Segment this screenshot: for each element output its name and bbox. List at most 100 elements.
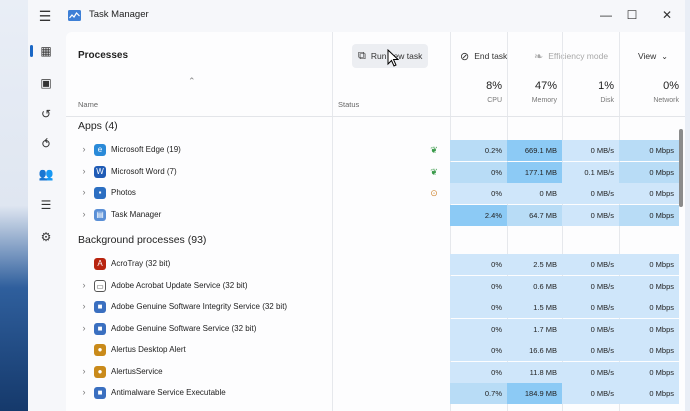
efficiency-mode-label: Efficiency mode xyxy=(548,51,609,61)
chevron-right-icon[interactable]: › xyxy=(79,144,89,154)
app-history-icon: ↺ xyxy=(40,107,52,121)
title-bar: ☰ Task Manager — ☐ ✕ xyxy=(28,0,685,32)
network-cell: 0 Mbps xyxy=(619,140,679,161)
chevron-right-icon[interactable]: › xyxy=(79,366,89,376)
disk-label: Disk xyxy=(600,97,614,104)
toolbar: Processes ⧉ Run new task ⊘ End task ❧ Ef… xyxy=(66,32,685,78)
process-row[interactable]: › W Microsoft Word (7) ❦ 0% 177.1 MB 0.1 MB/s 0… xyxy=(66,161,685,183)
column-cpu-header[interactable]: 8% CPU xyxy=(450,80,502,104)
process-row[interactable]: › ▭ Adobe Acrobat Update Service (32 bit) 0… xyxy=(66,275,685,297)
chevron-right-icon[interactable]: › xyxy=(79,323,89,333)
network-total: 0% xyxy=(663,80,679,92)
network-cell: 0 Mbps xyxy=(619,361,679,383)
efficiency-mode-button[interactable]: ❧ Efficiency mode xyxy=(528,44,614,68)
task-manager-window: ☰ Task Manager — ☐ ✕ ▦ ▣ ↺ ⥀ 👥 ☰ ⚙ Proce… xyxy=(28,0,685,411)
cpu-cell: 0% xyxy=(450,361,507,383)
network-cell: 0 Mbps xyxy=(619,383,679,404)
status-pause-icon: ⊙ xyxy=(430,188,438,198)
nav-services[interactable]: ⚙ xyxy=(35,226,57,248)
column-disk-header[interactable]: 1% Disk xyxy=(562,80,614,104)
disk-cell: 0 MB/s xyxy=(562,383,619,404)
cpu-cell: 2.4% xyxy=(450,204,507,226)
sort-ascending-icon[interactable]: ⌃ xyxy=(188,76,196,87)
memory-cell: 184.9 MB xyxy=(507,383,562,404)
process-name: Microsoft Word (7) xyxy=(111,166,177,176)
disk-cell: 0.1 MB/s xyxy=(562,161,619,183)
process-row[interactable]: › ▤ Task Manager 2.4% 64.7 MB 0 MB/s 0 Mbps xyxy=(66,204,685,226)
process-row[interactable]: › e Microsoft Edge (19) ❦ 0.2% 669.1 MB 0 MB/s… xyxy=(66,140,685,161)
network-cell: 0 Mbps xyxy=(619,183,679,204)
memory-cell: 1.5 MB xyxy=(507,297,562,318)
column-status-header[interactable]: Status xyxy=(338,100,359,109)
nav-users[interactable]: 👥 xyxy=(35,163,57,185)
nav-app-history[interactable]: ↺ xyxy=(35,103,57,125)
process-name: Adobe Acrobat Update Service (32 bit) xyxy=(111,280,248,290)
status-leaf-icon: ❦ xyxy=(430,166,438,177)
users-icon: 👥 xyxy=(38,167,54,181)
cpu-cell: 0% xyxy=(450,161,507,183)
process-name: AlertusService xyxy=(111,366,163,376)
disk-cell: 0 MB/s xyxy=(562,340,619,361)
nav-details[interactable]: ☰ xyxy=(35,194,57,216)
maximize-button[interactable]: ☐ xyxy=(620,4,644,26)
process-name: Microsoft Edge (19) xyxy=(111,145,181,154)
view-button[interactable]: View ⌄ xyxy=(632,44,674,68)
process-name: AcroTray (32 bit) xyxy=(111,259,171,268)
column-name-header[interactable]: Name xyxy=(78,100,98,109)
end-task-button[interactable]: ⊘ End task xyxy=(454,44,513,68)
vertical-scrollbar[interactable] xyxy=(679,129,683,207)
disk-cell: 0 MB/s xyxy=(562,204,619,226)
status-leaf-icon: ❦ xyxy=(430,145,438,155)
view-label: View xyxy=(638,51,657,61)
hamburger-menu-icon[interactable]: ☰ xyxy=(36,7,54,25)
memory-label: Memory xyxy=(531,97,557,104)
chevron-right-icon[interactable]: › xyxy=(79,166,89,176)
group-header[interactable]: Apps (4) xyxy=(78,120,118,132)
cpu-label: CPU xyxy=(487,97,502,104)
nav-performance[interactable]: ▣ xyxy=(35,72,57,94)
process-row[interactable]: › ■ Antimalware Service Executable 0.7% 184.… xyxy=(66,383,685,404)
column-network-header[interactable]: 0% Network xyxy=(619,80,679,104)
acrotray-icon: A xyxy=(94,258,106,270)
chevron-right-icon[interactable]: › xyxy=(79,209,89,219)
process-row[interactable]: › ● AlertusService 0% 11.8 MB 0 MB/s 0 Mbps xyxy=(66,361,685,383)
processes-icon: ▦ xyxy=(40,44,52,58)
minimize-button[interactable]: — xyxy=(594,4,618,26)
process-name: Antimalware Service Executable xyxy=(111,388,226,397)
chevron-right-icon[interactable]: › xyxy=(79,187,89,197)
memory-cell: 64.7 MB xyxy=(507,204,562,226)
end-task-icon: ⊘ xyxy=(460,50,470,63)
process-name: Photos xyxy=(111,188,136,197)
window-title: Task Manager xyxy=(89,9,149,20)
chevron-right-icon[interactable]: › xyxy=(79,280,89,290)
cpu-cell: 0% xyxy=(450,297,507,318)
close-button[interactable]: ✕ xyxy=(655,4,679,26)
processes-page: Processes ⧉ Run new task ⊘ End task ❧ Ef… xyxy=(66,32,685,411)
chevron-right-icon[interactable]: › xyxy=(79,387,89,397)
alertus-icon: ● xyxy=(94,344,106,356)
desktop-background-right xyxy=(685,0,690,411)
group-header[interactable]: Background processes (93) xyxy=(78,234,206,246)
process-row[interactable]: › ■ Adobe Genuine Software Service (32 bit… xyxy=(66,318,685,340)
window-icon: ▭ xyxy=(94,279,106,292)
network-cell: 0 Mbps xyxy=(619,297,679,318)
process-row[interactable]: ● Alertus Desktop Alert 0% 16.6 MB 0 MB/s 0 M… xyxy=(66,340,685,361)
nav-startup-apps[interactable]: ⥀ xyxy=(35,133,57,155)
network-cell: 0 Mbps xyxy=(619,340,679,361)
memory-cell: 2.5 MB xyxy=(507,254,562,275)
process-row[interactable]: › ■ Adobe Genuine Software Integrity Servi… xyxy=(66,297,685,318)
network-cell: 0 Mbps xyxy=(619,161,679,183)
edge-icon: e xyxy=(94,144,106,156)
cpu-total: 8% xyxy=(486,80,502,92)
mouse-pointer-icon xyxy=(387,49,399,67)
startup-apps-icon: ⥀ xyxy=(41,137,51,151)
disk-cell: 0 MB/s xyxy=(562,140,619,161)
process-row[interactable]: › ▪ Photos ⊙ 0% 0 MB 0 MB/s 0 Mbps xyxy=(66,183,685,204)
chevron-right-icon[interactable]: › xyxy=(79,301,89,311)
column-memory-header[interactable]: 47% Memory xyxy=(507,80,557,104)
end-task-label: End task xyxy=(474,51,508,61)
desktop-background xyxy=(0,0,28,411)
process-row[interactable]: A AcroTray (32 bit) 0% 2.5 MB 0 MB/s 0 Mbps xyxy=(66,254,685,275)
network-cell: 0 Mbps xyxy=(619,204,679,226)
nav-processes[interactable]: ▦ xyxy=(30,40,57,62)
